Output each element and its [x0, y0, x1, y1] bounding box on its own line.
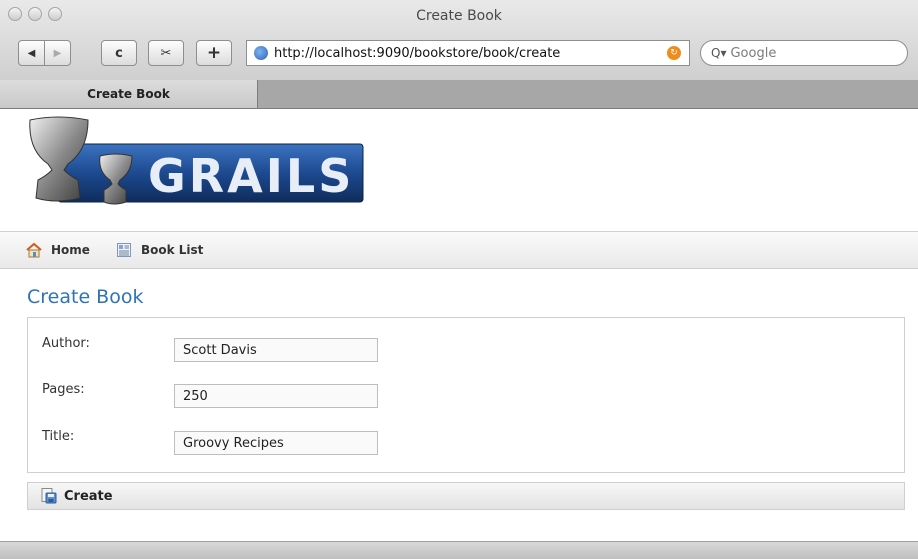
create-book-form: Author: Scott Davis Pages: 250 Title: Gr…: [27, 317, 905, 473]
nav-item-home[interactable]: Home: [26, 242, 90, 258]
window-title: Create Book: [416, 8, 502, 24]
address-bar-text: http://localhost:9090/bookstore/book/cre…: [274, 45, 561, 61]
search-field[interactable]: Q▾ Google: [700, 40, 908, 66]
address-bar[interactable]: http://localhost:9090/bookstore/book/cre…: [246, 40, 690, 66]
snippet-button[interactable]: ✂: [148, 40, 184, 66]
nav-bar: Home Book List: [0, 231, 918, 269]
tab-strip: Create Book: [0, 80, 918, 109]
add-bookmark-button[interactable]: +: [196, 40, 232, 66]
back-button[interactable]: ◀: [18, 40, 45, 66]
nav-book-list-label: Book List: [140, 243, 204, 257]
plus-icon: +: [206, 43, 222, 63]
list-icon: [116, 243, 131, 257]
site-favicon-icon: [254, 46, 268, 60]
house-icon: [26, 242, 42, 258]
pages-input-value: 250: [183, 388, 208, 404]
svg-text:GRAILS: GRAILS: [148, 149, 354, 203]
forward-button[interactable]: ▶: [44, 40, 71, 66]
title-input[interactable]: Groovy Recipes: [174, 431, 378, 455]
form-row-pages: Pages: 250: [28, 382, 904, 412]
author-input-value: Scott Davis: [183, 342, 257, 358]
tab-label: Create Book: [87, 87, 170, 101]
go-arrow-icon[interactable]: ↻: [667, 46, 681, 60]
forward-arrow-icon: ▶: [53, 47, 62, 59]
status-bar: [0, 541, 918, 559]
scissors-icon: ✂: [160, 45, 172, 61]
title-input-value: Groovy Recipes: [183, 435, 284, 451]
back-arrow-icon: ◀: [27, 47, 36, 59]
pages-label: Pages:: [42, 382, 85, 397]
nav-home-label: Home: [51, 243, 90, 257]
browser-window: Create Book ◀ ▶ c ✂ + http://localhost:9…: [0, 0, 918, 559]
author-input[interactable]: Scott Davis: [174, 338, 378, 362]
reload-button[interactable]: c: [101, 40, 137, 66]
magnifier-icon: Q▾: [711, 46, 727, 60]
form-buttons-bar: Create: [27, 482, 905, 510]
save-document-icon: [41, 488, 57, 504]
title-label: Title:: [42, 429, 75, 444]
page-title: Create Book: [27, 286, 144, 308]
pages-input[interactable]: 250: [174, 384, 378, 408]
nav-item-book-list[interactable]: Book List: [116, 242, 203, 258]
reload-icon: c: [115, 45, 123, 61]
form-row-title: Title: Groovy Recipes: [28, 429, 904, 459]
browser-chrome: Create Book ◀ ▶ c ✂ + http://localhost:9…: [0, 0, 918, 81]
grails-logo: GRAILS: [29, 116, 364, 205]
create-button[interactable]: Create: [64, 489, 113, 504]
form-row-author: Author: Scott Davis: [28, 336, 904, 366]
tab-create-book[interactable]: Create Book: [0, 80, 258, 108]
search-placeholder: Google: [730, 45, 777, 61]
author-label: Author:: [42, 336, 90, 351]
